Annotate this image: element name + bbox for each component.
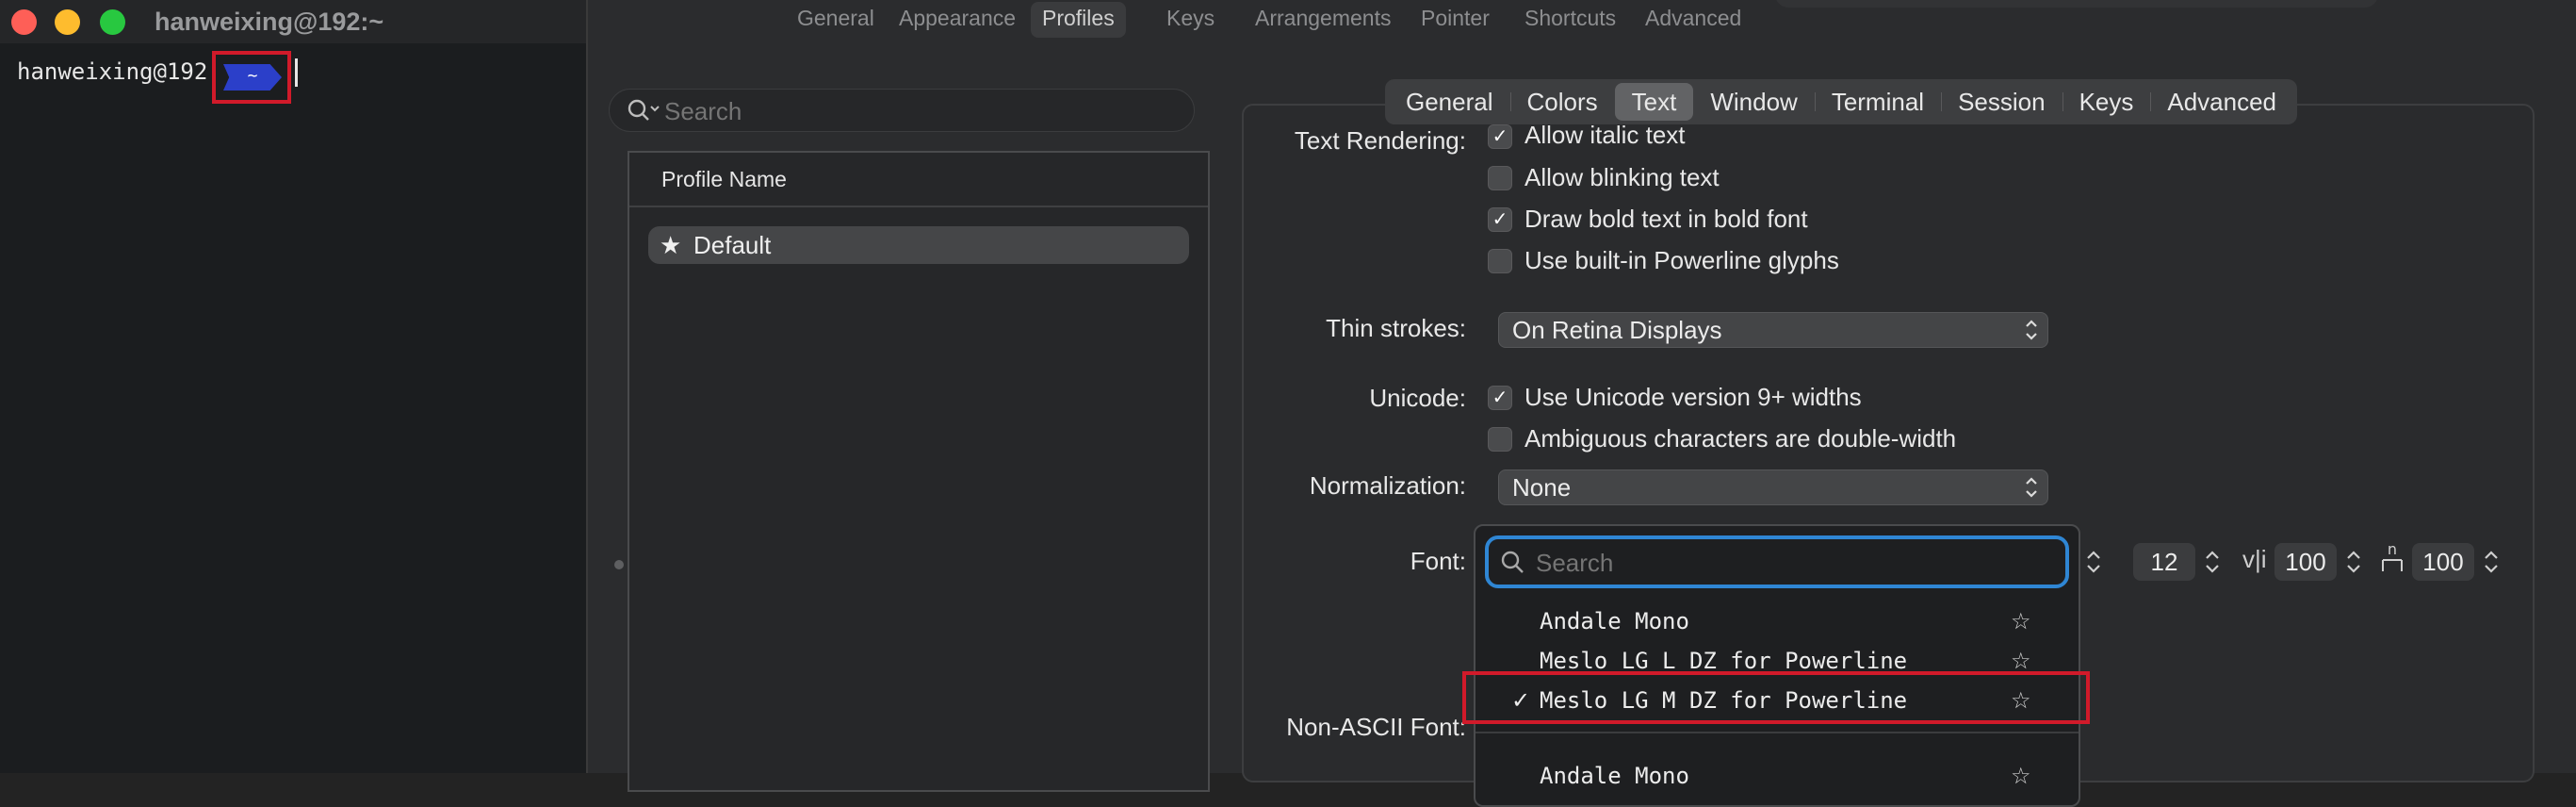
toolbar-tab-pointer[interactable]: Pointer	[1410, 2, 1501, 38]
horizontal-spacing-stepper[interactable]	[2480, 543, 2503, 581]
tab-colors[interactable]: Colors	[1509, 83, 1615, 121]
font-search-field[interactable]	[1485, 535, 2069, 588]
menu-separator	[1475, 732, 2079, 733]
up-down-chevron-icon	[2023, 316, 2040, 353]
toolbar-tab-advanced[interactable]: Advanced	[1634, 2, 1753, 38]
zoom-window-button[interactable]	[100, 9, 125, 35]
unicode-widths-checkbox[interactable]: ✓	[1488, 386, 1512, 410]
terminal-title: hanweixing@192:~	[155, 8, 384, 36]
tab-general[interactable]: General	[1389, 83, 1510, 121]
ambiguous-width-label: Ambiguous characters are double-width	[1524, 424, 1957, 453]
toolbar-tab-arrangements[interactable]: Arrangements	[1244, 2, 1402, 38]
prompt-user: hanweixing@192	[17, 58, 208, 85]
toolbar-search-field[interactable]	[1775, 0, 2378, 8]
allow-italic-label: Allow italic text	[1524, 121, 1686, 149]
profile-search-input[interactable]	[662, 95, 1175, 127]
terminal-titlebar: hanweixing@192:~	[0, 0, 586, 43]
search-icon	[627, 98, 660, 129]
profile-column-header[interactable]: Profile Name	[629, 153, 1208, 207]
tab-text[interactable]: Text	[1614, 83, 1694, 121]
unicode-widths-label: Use Unicode version 9+ widths	[1524, 383, 1862, 411]
toolbar-tab-profiles[interactable]: Profiles	[1031, 2, 1126, 38]
non-ascii-font-label: Non-ASCII Font:	[1286, 713, 1466, 741]
profile-tabs: General Colors Text Window Terminal Sess…	[1385, 79, 2298, 124]
text-rendering-label: Text Rendering:	[1294, 126, 1466, 155]
bold-font-label: Draw bold text in bold font	[1524, 205, 1808, 233]
thin-strokes-value: On Retina Displays	[1512, 316, 1722, 344]
powerline-glyphs-checkbox[interactable]	[1488, 249, 1512, 273]
profile-row-default[interactable]: ★ Default	[648, 226, 1189, 264]
allow-blinking-checkbox[interactable]	[1488, 166, 1512, 190]
font-item[interactable]: Andale Mono ☆	[1475, 756, 2079, 796]
toolbar-tab-general[interactable]: General	[786, 2, 886, 38]
font-item-name: Andale Mono	[1540, 608, 1689, 634]
vertical-spacing-stepper[interactable]	[2342, 543, 2365, 581]
favorite-star-icon[interactable]: ☆	[2011, 756, 2031, 796]
font-item[interactable]: Andale Mono ☆	[1475, 601, 2079, 641]
horizontal-spacing-field[interactable]: 100	[2412, 543, 2474, 581]
font-dropdown-menu: Andale Mono ☆ Meslo LG L DZ for Powerlin…	[1474, 524, 2080, 807]
allow-italic-checkbox[interactable]: ✓	[1488, 124, 1512, 149]
vertical-spacing-icon: v|i	[2242, 545, 2267, 573]
allow-blinking-label: Allow blinking text	[1524, 163, 1720, 191]
bold-font-checkbox[interactable]: ✓	[1488, 207, 1512, 232]
split-view-handle[interactable]	[614, 560, 624, 569]
font-size-stepper[interactable]	[2201, 543, 2224, 581]
normalization-label: Normalization:	[1309, 471, 1466, 500]
tab-session[interactable]: Session	[1941, 83, 2062, 121]
thin-strokes-label: Thin strokes:	[1326, 314, 1466, 342]
font-popup-chevron-icon[interactable]	[2082, 543, 2105, 581]
search-icon	[1500, 550, 1526, 581]
profile-table: Profile Name ★ Default	[628, 151, 1210, 792]
svg-text:n: n	[2388, 541, 2397, 558]
terminal-cursor	[295, 58, 298, 87]
toolbar-tab-keys[interactable]: Keys	[1155, 2, 1226, 38]
toolbar-tab-shortcuts[interactable]: Shortcuts	[1513, 2, 1627, 38]
minimize-window-button[interactable]	[55, 9, 80, 35]
vertical-spacing-field[interactable]: 100	[2274, 543, 2337, 581]
normalization-popup[interactable]: None	[1498, 469, 2048, 505]
font-label: Font:	[1410, 547, 1466, 575]
powerline-glyphs-label: Use built-in Powerline glyphs	[1524, 246, 1839, 274]
up-down-chevron-icon	[2023, 473, 2040, 510]
tab-advanced[interactable]: Advanced	[2150, 83, 2293, 121]
tab-terminal[interactable]: Terminal	[1814, 83, 1941, 121]
powerline-path-segment: ~	[223, 64, 282, 91]
tab-keys[interactable]: Keys	[2062, 83, 2151, 121]
terminal-window[interactable]: hanweixing@192:~ hanweixing@192 ~	[0, 0, 588, 773]
profile-search-field[interactable]	[609, 89, 1195, 132]
font-search-input[interactable]	[1534, 547, 2046, 579]
font-item-name: Andale Mono	[1540, 763, 1689, 789]
ambiguous-width-checkbox[interactable]	[1488, 427, 1512, 452]
unicode-label: Unicode:	[1369, 384, 1466, 412]
font-size-field[interactable]: 12	[2133, 543, 2195, 581]
normalization-value: None	[1512, 473, 1572, 502]
close-window-button[interactable]	[11, 9, 37, 35]
highlight-box-prompt: ~	[212, 51, 291, 104]
toolbar-tab-appearance[interactable]: Appearance	[888, 2, 1027, 38]
horizontal-spacing-icon: n	[2380, 540, 2405, 580]
highlight-box-selected-font	[1462, 671, 2090, 724]
star-icon: ★	[660, 231, 682, 259]
preferences-window: General Appearance Profiles Keys Arrange…	[588, 0, 2576, 807]
preferences-toolbar: General Appearance Profiles Keys Arrange…	[588, 0, 1813, 41]
thin-strokes-popup[interactable]: On Retina Displays	[1498, 312, 2048, 348]
tab-window[interactable]: Window	[1693, 83, 1814, 121]
favorite-star-icon[interactable]: ☆	[2011, 601, 2031, 641]
profile-name: Default	[693, 231, 772, 259]
